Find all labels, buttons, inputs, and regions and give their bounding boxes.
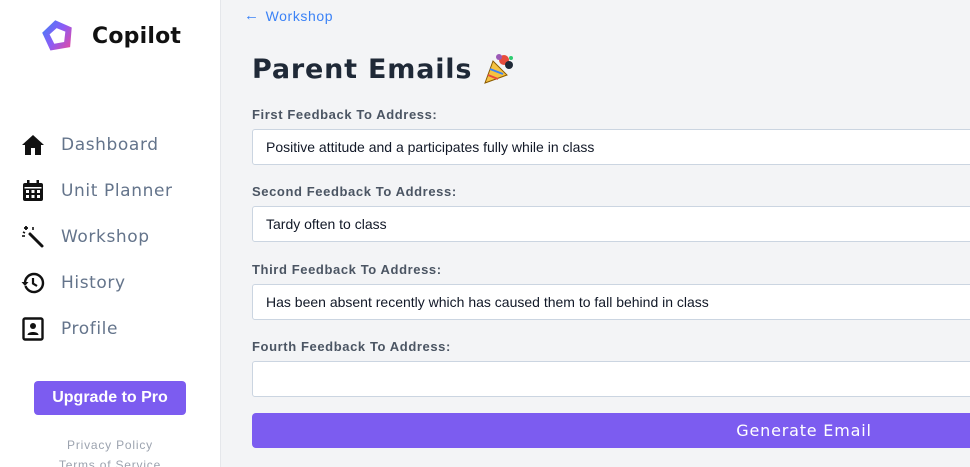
- back-link-label: Workshop: [265, 7, 334, 24]
- upgrade-to-pro-button[interactable]: Upgrade to Pro: [34, 381, 186, 415]
- page-title-text: Parent Emails: [252, 53, 473, 85]
- magic-wand-icon: [20, 224, 46, 250]
- terms-of-service-link[interactable]: Terms of Service: [0, 455, 220, 467]
- back-to-workshop-link[interactable]: ← Workshop: [244, 7, 333, 24]
- sidebar-item-profile[interactable]: Profile: [20, 306, 210, 352]
- generate-email-button[interactable]: Generate Email: [252, 413, 970, 448]
- sidebar-nav: Dashboard Unit Planner Workshop History …: [20, 122, 210, 352]
- fourth-feedback-input[interactable]: [252, 361, 970, 397]
- sidebar-item-label: Workshop: [61, 227, 150, 247]
- third-feedback-label: Third Feedback To Address:: [252, 262, 442, 277]
- home-icon: [20, 132, 46, 158]
- arrow-left-icon: ←: [244, 7, 260, 24]
- first-feedback-label: First Feedback To Address:: [252, 107, 438, 122]
- copilot-logo-icon: [42, 20, 72, 51]
- sidebar-item-label: History: [61, 273, 126, 293]
- sidebar-item-label: Profile: [61, 319, 119, 339]
- brand[interactable]: Copilot: [40, 18, 181, 54]
- main-content: ← Workshop Parent Emails First Feedback …: [221, 0, 970, 467]
- privacy-policy-link[interactable]: Privacy Policy: [0, 435, 220, 455]
- second-feedback-input[interactable]: [252, 206, 970, 242]
- fourth-feedback-label: Fourth Feedback To Address:: [252, 339, 451, 354]
- sidebar-footer: Privacy Policy Terms of Service: [0, 435, 220, 467]
- sidebar-item-label: Dashboard: [61, 135, 159, 155]
- sidebar: Copilot Dashboard Unit Planner Workshop …: [0, 0, 221, 467]
- sidebar-item-history[interactable]: History: [20, 260, 210, 306]
- sidebar-item-workshop[interactable]: Workshop: [20, 214, 210, 260]
- calendar-icon: [20, 178, 46, 204]
- generate-email-label: Generate Email: [736, 421, 872, 440]
- page-title: Parent Emails: [252, 52, 516, 86]
- first-feedback-input[interactable]: [252, 129, 970, 165]
- second-feedback-label: Second Feedback To Address:: [252, 184, 457, 199]
- profile-card-icon: [20, 316, 46, 342]
- sidebar-item-dashboard[interactable]: Dashboard: [20, 122, 210, 168]
- history-icon: [20, 270, 46, 296]
- brand-name: Copilot: [92, 23, 182, 49]
- sidebar-item-label: Unit Planner: [61, 181, 173, 201]
- third-feedback-input[interactable]: [252, 284, 970, 320]
- sidebar-item-unit-planner[interactable]: Unit Planner: [20, 168, 210, 214]
- party-popper-icon: [484, 54, 514, 84]
